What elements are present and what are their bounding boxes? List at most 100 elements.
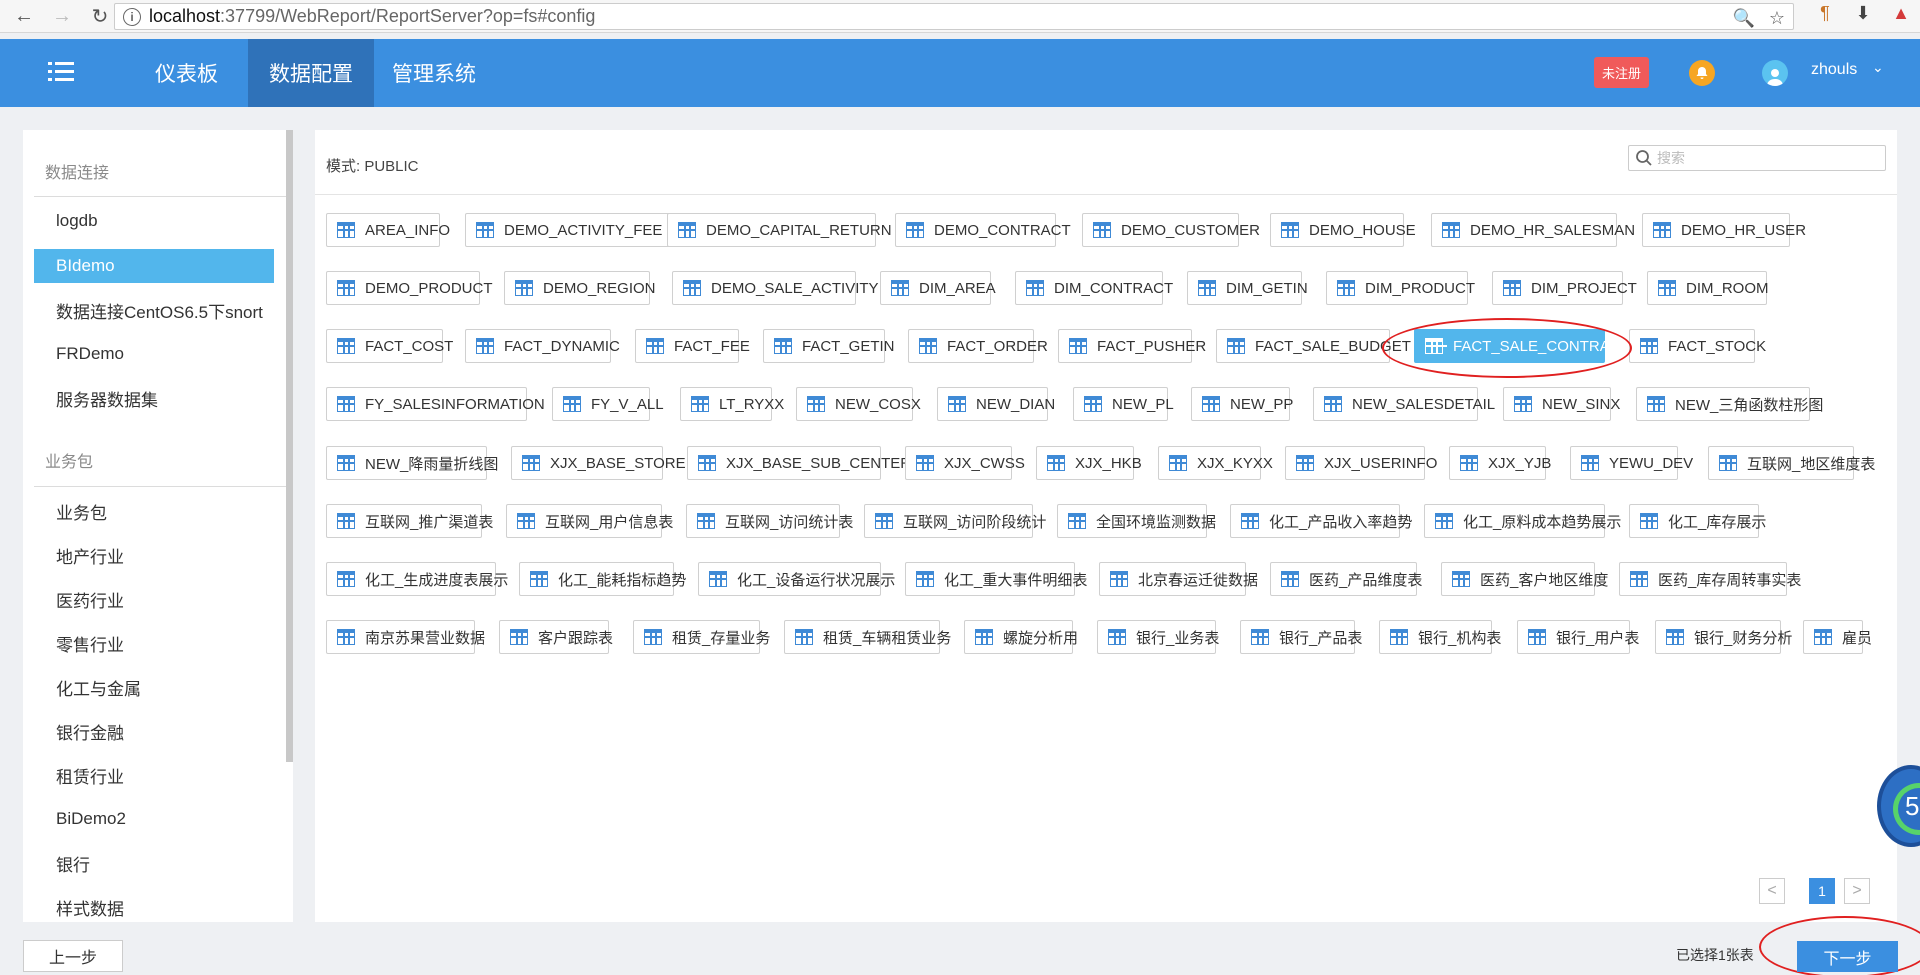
sidebar-item-connection[interactable]: 数据连接CentOS6.5下snort <box>34 293 274 327</box>
zoom-icon[interactable]: 🔍 <box>1732 8 1754 29</box>
table-item[interactable]: FACT_SALE_BUDGET <box>1216 329 1411 363</box>
info-icon[interactable]: i <box>123 7 141 26</box>
table-item[interactable]: DEMO_REGION <box>504 271 656 305</box>
table-item[interactable]: DEMO_CUSTOMER <box>1082 213 1260 247</box>
back-icon[interactable]: ← <box>10 2 38 30</box>
forward-icon[interactable]: → <box>48 2 76 30</box>
sidebar-item-package[interactable]: 样式数据 <box>34 890 274 922</box>
table-item[interactable]: 医药_产品维度表 <box>1270 562 1422 596</box>
sidebar-item-package[interactable]: 化工与金属 <box>34 670 274 704</box>
table-item[interactable]: DIM_GETIN <box>1187 271 1308 305</box>
table-item[interactable]: NEW_SALESDETAIL <box>1313 387 1495 421</box>
table-item[interactable]: 银行_用户表 <box>1517 620 1639 654</box>
table-item[interactable]: 螺旋分析用 <box>964 620 1078 654</box>
next-page-button[interactable]: > <box>1844 878 1870 904</box>
table-item[interactable]: XJX_YJB <box>1449 446 1551 480</box>
table-item[interactable]: DEMO_SALE_ACTIVITY <box>672 271 879 305</box>
table-item[interactable]: DEMO_CAPITAL_RETURN <box>667 213 892 247</box>
table-item[interactable]: FY_V_ALL <box>552 387 664 421</box>
table-item[interactable]: FACT_DYNAMIC <box>465 329 620 363</box>
table-item[interactable]: FACT_ORDER <box>908 329 1048 363</box>
table-item[interactable]: NEW_SINX <box>1503 387 1620 421</box>
table-item[interactable]: XJX_BASE_STORE <box>511 446 686 480</box>
table-item[interactable]: 医药_客户地区维度 <box>1441 562 1608 596</box>
sidebar-item-package[interactable]: BiDemo2 <box>34 802 274 836</box>
table-item[interactable]: AREA_INFO <box>326 213 450 247</box>
table-item[interactable]: 化工_产品收入率趋势 <box>1230 504 1412 538</box>
sidebar-scrollbar[interactable] <box>286 130 293 762</box>
table-item[interactable]: 租赁_存量业务 <box>633 620 770 654</box>
sidebar-item-package[interactable]: 银行金融 <box>34 714 274 748</box>
table-item[interactable]: 互联网_地区维度表 <box>1708 446 1875 480</box>
table-item[interactable]: 化工_原料成本趋势展示 <box>1424 504 1621 538</box>
sidebar-item-package[interactable]: 零售行业 <box>34 626 274 660</box>
table-item[interactable]: XJX_KYXX <box>1158 446 1273 480</box>
table-item[interactable]: NEW_三角函数柱形图 <box>1636 387 1823 421</box>
table-item[interactable]: 银行_机构表 <box>1379 620 1501 654</box>
table-item[interactable]: XJX_BASE_SUB_CENTER <box>687 446 911 480</box>
table-item[interactable]: DEMO_HR_USER <box>1642 213 1806 247</box>
table-item[interactable]: DEMO_HOUSE <box>1270 213 1416 247</box>
table-item[interactable]: 租赁_车辆租赁业务 <box>784 620 951 654</box>
username[interactable]: zhouls <box>1811 61 1857 79</box>
table-item[interactable]: DIM_AREA <box>880 271 996 305</box>
table-item[interactable]: 南京苏果营业数据 <box>326 620 485 654</box>
table-item[interactable]: 化工_库存展示 <box>1629 504 1766 538</box>
sidebar-item-package[interactable]: 租赁行业 <box>34 758 274 792</box>
table-item[interactable]: FACT_GETIN <box>763 329 895 363</box>
reload-icon[interactable]: ↻ <box>86 2 114 30</box>
prev-page-button[interactable]: < <box>1759 878 1785 904</box>
table-item[interactable]: 化工_重大事件明细表 <box>905 562 1087 596</box>
table-item[interactable]: FACT_COST <box>326 329 453 363</box>
table-item[interactable]: DEMO_HR_SALESMAN <box>1431 213 1635 247</box>
table-item[interactable]: DIM_PRODUCT <box>1326 271 1475 305</box>
address-bar[interactable]: i localhost:37799/WebReport/ReportServer… <box>114 3 1794 30</box>
table-item[interactable]: NEW_PL <box>1073 387 1174 421</box>
table-item[interactable]: FACT_FEE <box>635 329 750 363</box>
table-item[interactable]: 北京春运迁徙数据 <box>1099 562 1258 596</box>
table-item[interactable]: 互联网_用户信息表 <box>506 504 673 538</box>
table-item[interactable]: NEW_COSX <box>796 387 921 421</box>
sidebar-item-package[interactable]: 银行 <box>34 846 274 880</box>
table-item[interactable]: 医药_库存周转事实表 <box>1619 562 1801 596</box>
table-item[interactable]: 互联网_访问统计表 <box>686 504 853 538</box>
table-item[interactable]: 互联网_推广渠道表 <box>326 504 493 538</box>
unregistered-badge[interactable]: 未注册 <box>1594 57 1649 88</box>
prev-step-button[interactable]: 上一步 <box>23 940 123 972</box>
table-item[interactable]: DIM_PROJECT <box>1492 271 1637 305</box>
table-item[interactable]: FACT_PUSHER <box>1058 329 1206 363</box>
sidebar-item-package[interactable]: 业务包 <box>34 494 274 528</box>
sidebar-item-connection[interactable]: 服务器数据集 <box>34 381 274 415</box>
table-item[interactable]: DIM_CONTRACT <box>1015 271 1173 305</box>
table-item[interactable]: 银行_产品表 <box>1240 620 1362 654</box>
current-page-button[interactable]: 1 <box>1809 878 1835 904</box>
table-item[interactable]: DEMO_ACTIVITY_FEE <box>465 213 680 247</box>
table-item[interactable]: 雇员 <box>1803 620 1872 654</box>
menu-icon[interactable] <box>48 61 74 83</box>
table-item[interactable]: 化工_生成进度表展示 <box>326 562 508 596</box>
sidebar-item-package[interactable]: 地产行业 <box>34 538 274 572</box>
pilcrow-extension-icon[interactable]: ¶ <box>1814 2 1836 24</box>
table-item[interactable]: XJX_HKB <box>1036 446 1142 480</box>
search-input[interactable]: 搜索 <box>1628 145 1886 171</box>
table-item[interactable]: 化工_设备运行状况展示 <box>698 562 895 596</box>
sidebar-item-connection-selected[interactable]: BIdemo <box>34 249 274 283</box>
table-item[interactable]: XJX_CWSS <box>905 446 1025 480</box>
sidebar-item-connection[interactable]: FRDemo <box>34 337 274 371</box>
table-item[interactable]: XJX_USERINFO <box>1285 446 1437 480</box>
table-item[interactable]: 客户跟踪表 <box>499 620 613 654</box>
sidebar-item-connection[interactable]: logdb <box>34 204 274 238</box>
table-item[interactable]: LT_RYXX <box>680 387 784 421</box>
table-item[interactable]: DEMO_PRODUCT <box>326 271 493 305</box>
next-step-button[interactable]: 下一步 <box>1797 941 1898 972</box>
tab-data-config[interactable]: 数据配置 <box>248 39 374 107</box>
bell-icon[interactable] <box>1689 60 1715 86</box>
table-item[interactable]: FACT_STOCK <box>1629 329 1766 363</box>
table-item[interactable]: 银行_业务表 <box>1097 620 1219 654</box>
tab-dashboard[interactable]: 仪表板 <box>134 39 239 107</box>
table-item[interactable]: DEMO_CONTRACT <box>895 213 1071 247</box>
sidebar-item-package[interactable]: 医药行业 <box>34 582 274 616</box>
table-item[interactable]: 互联网_访问阶段统计 <box>864 504 1046 538</box>
table-item[interactable]: 全国环境监测数据 <box>1057 504 1216 538</box>
table-item[interactable]: NEW_PP <box>1191 387 1293 421</box>
